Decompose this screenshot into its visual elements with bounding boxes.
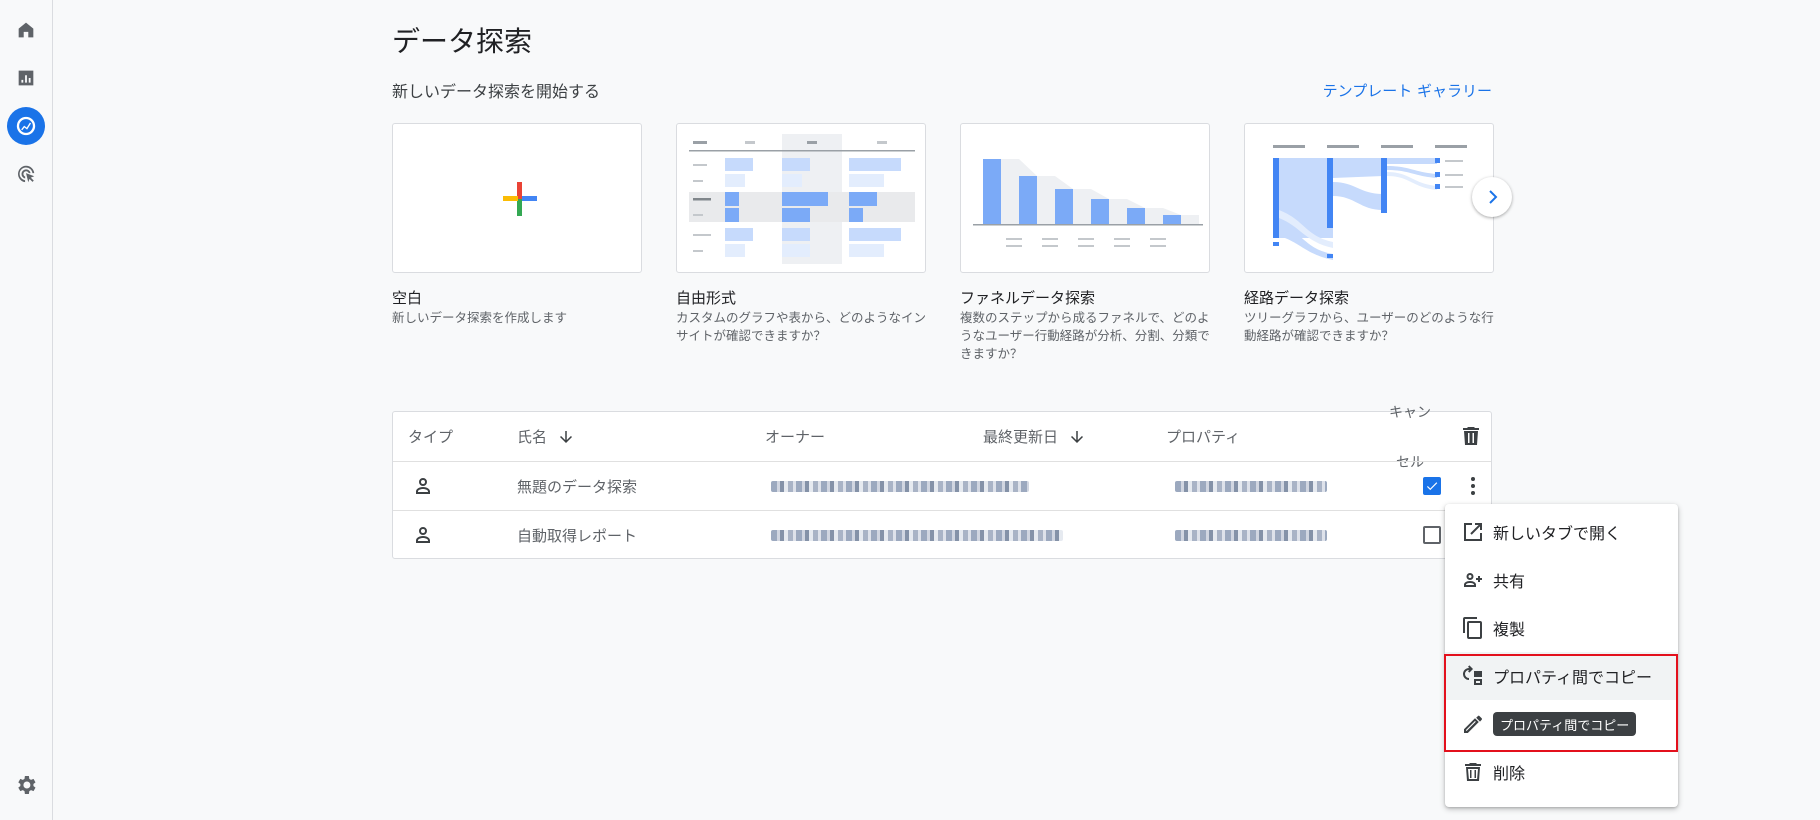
card-title-blank: 空白 <box>392 289 423 307</box>
arrow-down-icon <box>560 430 573 443</box>
chevron-right-icon <box>1489 190 1498 204</box>
row-checkbox[interactable] <box>1423 526 1441 544</box>
reports-icon[interactable] <box>7 59 45 97</box>
menu-item-duplicate[interactable]: 複製 <box>1445 604 1678 652</box>
open-in-new-icon <box>1461 520 1485 544</box>
explore-icon[interactable] <box>7 107 45 145</box>
trash-icon <box>1461 760 1485 784</box>
header-property-label: プロパティ <box>1166 428 1241 446</box>
carousel-next-button[interactable] <box>1472 177 1512 217</box>
header-property: プロパティ <box>1166 426 1240 447</box>
cancel-label-top: キャン <box>1389 405 1431 421</box>
template-card-freeform[interactable] <box>676 123 926 273</box>
owner-redacted <box>771 481 1029 492</box>
header-type: タイプ <box>408 426 453 447</box>
table-row[interactable]: 無題のデータ探索 <box>393 461 1491 510</box>
card-desc-freeform: カスタムのグラフや表から、どのようなインサイトが確認できますか？ <box>676 310 927 343</box>
freeform-illustration <box>689 134 915 264</box>
card-desc-path: ツリーグラフから、ユーザーのどのような行動経路が確認できますか？ <box>1244 310 1494 343</box>
tooltip: プロパティ間でコピー <box>1493 712 1637 736</box>
header-type-label: タイプ <box>408 428 454 446</box>
trash-icon[interactable] <box>1459 424 1483 448</box>
page-title: データ探索 <box>392 25 533 58</box>
more-vert-icon[interactable] <box>1461 474 1485 498</box>
check-icon <box>1426 482 1438 491</box>
menu-label: 新しいタブで開く <box>1493 524 1622 543</box>
card-title-path: 経路データ探索 <box>1244 289 1350 307</box>
left-nav-rail <box>0 0 53 820</box>
header-owner: オーナー <box>765 426 825 447</box>
row-name[interactable]: 無題のデータ探索 <box>517 476 637 497</box>
header-updated-label: 最終更新日 <box>983 428 1059 446</box>
menu-item-share[interactable]: 共有 <box>1445 556 1678 604</box>
home-icon[interactable] <box>7 11 45 49</box>
menu-label: 削除 <box>1493 764 1526 783</box>
explorations-table: タイプ 氏名 オーナー 最終更新日 プロパティ キャン セル 無題のデータ探索 <box>392 405 1492 559</box>
menu-item-delete[interactable]: 削除 <box>1445 748 1678 796</box>
menu-item-copy-across-properties[interactable]: プロパティ間でコピー <box>1445 652 1678 700</box>
card-title-funnel: ファネルデータ探索 <box>960 289 1096 307</box>
duplicate-icon <box>1461 616 1485 640</box>
card-desc-funnel: 複数のステップから成るファネルで、どのようなユーザー行動経路が分析、分割、分類で… <box>960 310 1210 361</box>
header-name[interactable]: 氏名 <box>517 426 575 447</box>
row-checkbox[interactable] <box>1423 477 1441 495</box>
arrow-down-icon <box>1071 430 1084 443</box>
property-redacted <box>1175 530 1327 541</box>
path-illustration <box>1273 145 1467 260</box>
funnel-illustration <box>973 159 1203 247</box>
person-icon <box>411 474 435 498</box>
template-card-funnel[interactable] <box>960 123 1210 273</box>
header-name-label: 氏名 <box>517 428 548 446</box>
person-icon <box>411 523 435 547</box>
menu-item-rename[interactable]: プロパティ間でコピー <box>1445 700 1678 748</box>
section-label: 新しいデータ探索を開始する <box>392 82 601 101</box>
property-redacted <box>1175 481 1327 492</box>
menu-label: 共有 <box>1493 572 1526 591</box>
card-title-freeform: 自由形式 <box>676 289 737 307</box>
pencil-icon <box>1461 712 1485 736</box>
menu-label: プロパティ間でコピー <box>1493 668 1653 687</box>
header-updated[interactable]: 最終更新日 <box>983 426 1086 447</box>
table-row[interactable]: 自動取得レポート <box>393 510 1491 559</box>
owner-redacted <box>771 530 1063 541</box>
menu-label: 複製 <box>1493 620 1526 639</box>
share-person-icon <box>1461 568 1485 592</box>
template-card-blank[interactable] <box>392 123 642 273</box>
menu-item-open-new-tab[interactable]: 新しいタブで開く <box>1445 508 1678 556</box>
row-context-menu: 新しいタブで開く 共有 複製 プロパティ間でコピー プロパティ間でコピー 削除 <box>1445 504 1678 807</box>
template-card-path[interactable] <box>1244 123 1494 273</box>
row-name[interactable]: 自動取得レポート <box>517 525 637 546</box>
gear-icon[interactable] <box>14 773 38 797</box>
plus-icon <box>503 182 537 216</box>
advertising-icon[interactable] <box>7 155 45 193</box>
header-owner-label: オーナー <box>765 428 826 446</box>
template-gallery-link[interactable]: テンプレート ギャラリー <box>1323 80 1492 101</box>
copy-property-icon <box>1461 664 1485 688</box>
card-desc-blank: 新しいデータ探索を作成します <box>392 310 568 325</box>
